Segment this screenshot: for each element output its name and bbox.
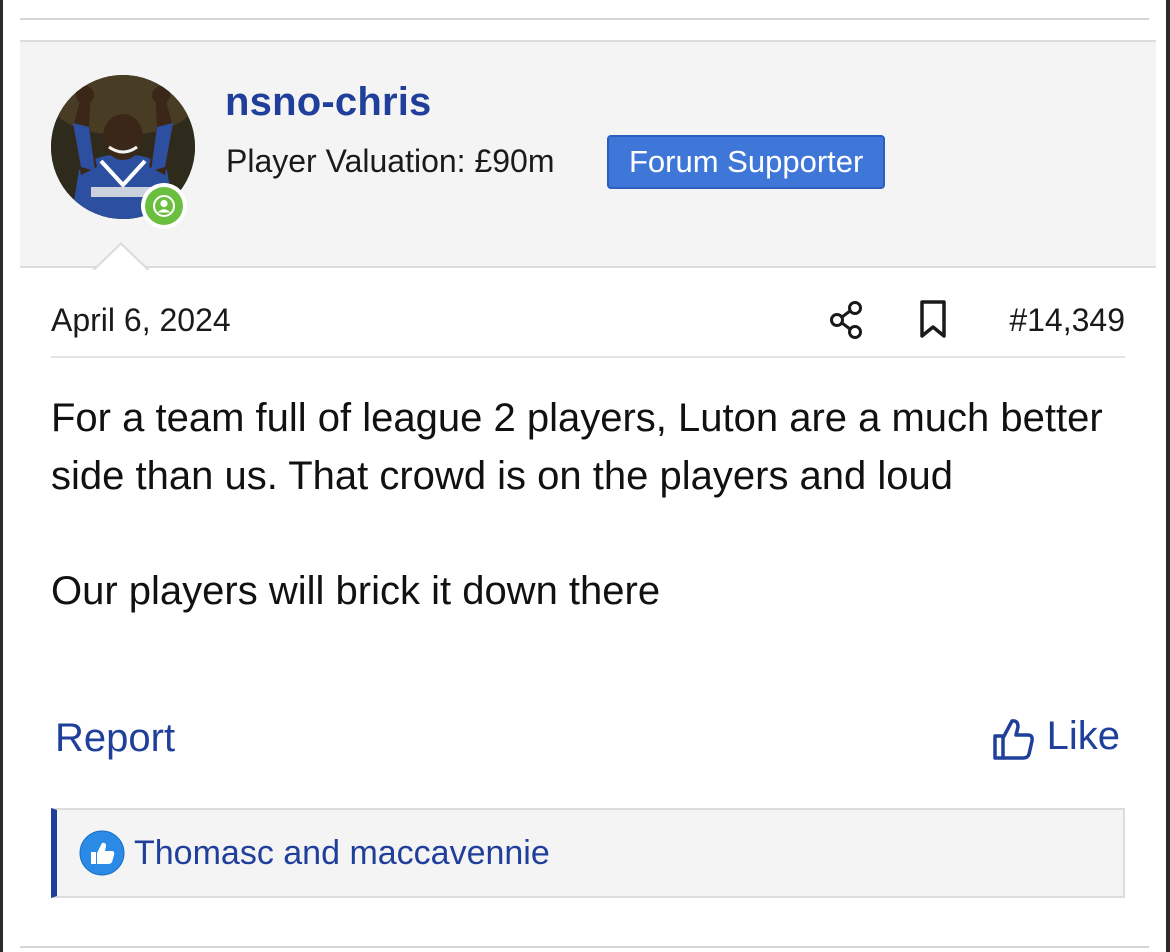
divider-bottom bbox=[20, 946, 1149, 948]
user-icon bbox=[153, 195, 175, 217]
page-frame: nsno-chris Player Valuation: £90m Forum … bbox=[0, 0, 1170, 952]
message-paragraph: Our players will brick it down there bbox=[51, 568, 661, 613]
username-link[interactable]: nsno-chris bbox=[225, 80, 431, 125]
like-button[interactable]: Like bbox=[992, 714, 1120, 764]
divider-top bbox=[20, 18, 1149, 20]
post-meta-row: April 6, 2024 #14,349 bbox=[51, 298, 1125, 358]
post-user-header: nsno-chris Player Valuation: £90m Forum … bbox=[20, 40, 1156, 268]
header-pointer-fill bbox=[94, 245, 148, 271]
thumbs-up-icon bbox=[992, 719, 1034, 760]
forum-post: nsno-chris Player Valuation: £90m Forum … bbox=[20, 40, 1156, 920]
post-number-link[interactable]: #14,349 bbox=[1009, 302, 1125, 339]
reaction-users-link[interactable]: Thomasc and maccavennie bbox=[134, 834, 550, 873]
share-icon[interactable] bbox=[827, 298, 867, 342]
like-reaction-icon bbox=[79, 830, 125, 876]
like-label: Like bbox=[1046, 714, 1120, 758]
report-link[interactable]: Report bbox=[55, 716, 175, 761]
bookmark-icon[interactable] bbox=[915, 298, 951, 342]
post-date[interactable]: April 6, 2024 bbox=[51, 302, 231, 339]
reactions-bar: Thomasc and maccavennie bbox=[51, 808, 1125, 898]
post-message: For a team full of league 2 players, Lut… bbox=[51, 390, 1131, 620]
user-valuation: Player Valuation: £90m bbox=[226, 143, 555, 179]
message-paragraph: For a team full of league 2 players, Lut… bbox=[51, 396, 1103, 498]
forum-supporter-badge: Forum Supporter bbox=[607, 135, 886, 189]
online-status-badge bbox=[141, 183, 187, 229]
